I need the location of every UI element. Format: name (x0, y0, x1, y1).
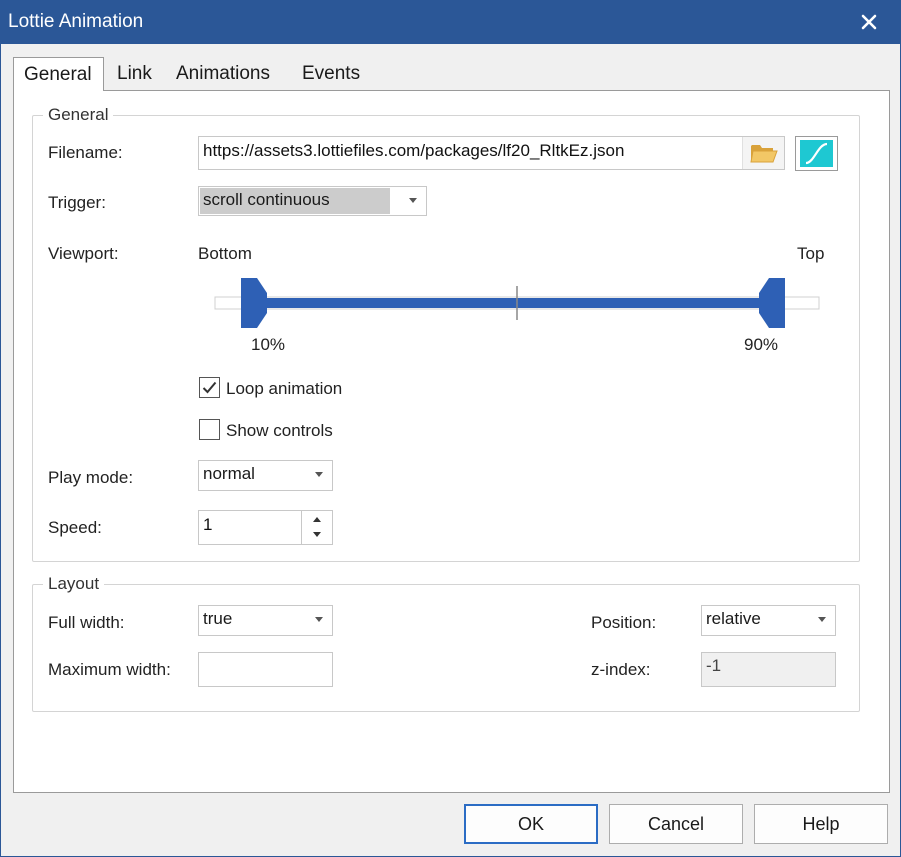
easing-curve-icon (800, 140, 833, 167)
viewport-label: Viewport: (48, 244, 119, 263)
lottie-animation-dialog: Lottie Animation General Link Animations… (0, 0, 901, 857)
cancel-button[interactable]: Cancel (609, 804, 743, 844)
filename-field[interactable]: https://assets3.lottiefiles.com/packages… (198, 136, 785, 170)
viewport-top-label: Top (797, 244, 825, 263)
trigger-label: Trigger: (48, 193, 106, 212)
chevron-down-icon (818, 617, 826, 622)
trigger-value: scroll continuous (200, 188, 390, 214)
help-button[interactable]: Help (754, 804, 888, 844)
layout-group-legend: Layout (43, 574, 105, 594)
loop-animation-checkbox[interactable] (199, 377, 220, 398)
speed-decrement-button[interactable] (302, 527, 332, 543)
speed-label: Speed: (48, 518, 102, 537)
full-width-label: Full width: (48, 613, 125, 632)
general-group-legend: General (43, 105, 114, 125)
triangle-up-icon (313, 517, 321, 522)
layout-group (32, 584, 860, 712)
viewport-bottom-label: Bottom (198, 244, 252, 263)
tab-panel-general: General Filename: https://assets3.lottie… (13, 90, 890, 793)
speed-value: 1 (203, 515, 213, 534)
filename-label: Filename: (48, 143, 123, 162)
easing-button[interactable] (795, 136, 838, 171)
loop-animation-label: Loop animation (226, 379, 343, 398)
chevron-down-icon (315, 472, 323, 477)
ok-button[interactable]: OK (464, 804, 598, 844)
tab-animations[interactable]: Animations (166, 57, 280, 90)
play-mode-value: normal (203, 464, 255, 483)
close-icon (861, 14, 877, 30)
maximum-width-field[interactable] (198, 652, 333, 687)
checkmark-icon (202, 381, 217, 394)
viewport-start-value: 10% (251, 335, 286, 354)
tab-events[interactable]: Events (292, 57, 370, 90)
speed-stepper[interactable]: 1 (198, 510, 333, 545)
tab-link[interactable]: Link (107, 57, 162, 90)
slider-end-handle[interactable] (759, 278, 785, 328)
full-width-dropdown[interactable]: true (198, 605, 333, 636)
slider-start-handle[interactable] (241, 278, 267, 328)
window-title: Lottie Animation (8, 11, 144, 32)
speed-spin-buttons (301, 511, 332, 544)
position-dropdown[interactable]: relative (701, 605, 836, 636)
folder-icon (750, 145, 778, 163)
viewport-slider[interactable] (209, 278, 829, 328)
viewport-end-value: 90% (744, 335, 779, 354)
filename-value: https://assets3.lottiefiles.com/packages… (203, 141, 625, 160)
title-bar: Lottie Animation (1, 1, 900, 44)
slider-range-bar (265, 298, 761, 308)
close-button[interactable] (849, 5, 889, 39)
tab-general[interactable]: General (13, 57, 104, 91)
z-index-label: z-index: (591, 660, 651, 679)
show-controls-checkbox[interactable] (199, 419, 220, 440)
show-controls-label: Show controls (226, 421, 333, 440)
chevron-down-icon (315, 617, 323, 622)
browse-file-button[interactable] (742, 137, 784, 169)
z-index-field[interactable]: -1 (701, 652, 836, 687)
position-label: Position: (591, 613, 657, 632)
chevron-down-icon (409, 198, 417, 203)
position-value: relative (706, 609, 761, 628)
play-mode-label: Play mode: (48, 468, 134, 487)
speed-increment-button[interactable] (302, 511, 332, 527)
general-group (32, 115, 860, 562)
full-width-value: true (203, 609, 233, 628)
maximum-width-label: Maximum width: (48, 660, 171, 679)
trigger-dropdown[interactable]: scroll continuous (198, 186, 427, 216)
play-mode-dropdown[interactable]: normal (198, 460, 333, 491)
triangle-down-icon (313, 532, 321, 537)
